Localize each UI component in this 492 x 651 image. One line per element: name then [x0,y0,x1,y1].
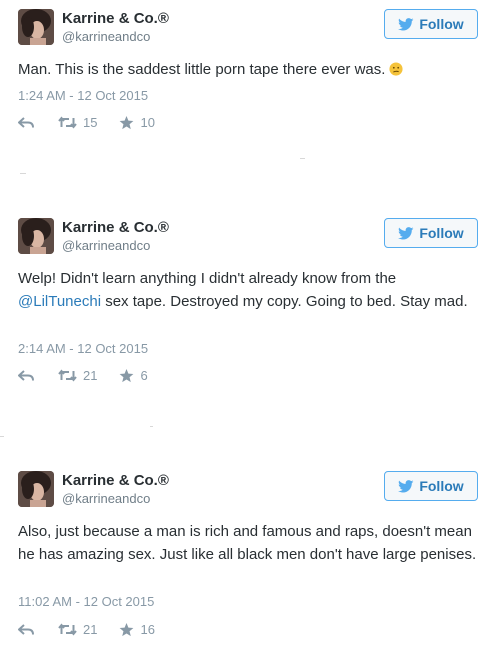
author-block: Karrine & Co.® @karrineandco [62,219,169,255]
reply-arrow-icon [18,623,34,635]
favorite-count: 16 [140,622,155,637]
avatar[interactable] [18,9,54,45]
tweet-card: Karrine & Co.® @karrineandco Follow Also… [18,471,478,643]
mention-link[interactable]: @LilTunechi [18,293,101,310]
favorite-button[interactable]: 16 [119,622,155,637]
retweet-count: 21 [83,622,98,637]
favorite-button[interactable]: 10 [119,115,155,130]
retweet-button[interactable]: 21 [58,622,97,637]
avatar[interactable] [18,218,54,254]
display-name[interactable]: Karrine & Co.® [62,10,169,28]
avatar[interactable] [18,471,54,507]
reply-button[interactable] [18,369,34,382]
favorite-count: 6 [140,368,148,383]
follow-label: Follow [419,478,464,494]
retweet-button[interactable]: 21 [58,368,97,383]
retweet-icon [58,369,77,382]
favorite-count: 10 [140,115,155,130]
user-handle[interactable]: @karrineandco [62,237,169,255]
tweet-text: Man. This is the saddest little porn tap… [18,58,478,83]
author-block: Karrine & Co.® @karrineandco [62,10,169,46]
retweet-count: 15 [83,115,98,130]
star-icon [120,622,134,636]
tweet-actions: 21 6 [18,368,148,383]
tweet-text: Also, just because a man is rich and fam… [18,520,478,566]
user-handle[interactable]: @karrineandco [62,490,169,508]
tweet-body: Man. This is the saddest little porn tap… [18,61,386,78]
avatar-image [18,218,54,254]
divider-speck [0,436,4,437]
tweet-body: Welp! Didn't learn anything I didn't alr… [18,270,397,287]
twitter-bird-icon [398,17,414,30]
star-icon [120,115,134,129]
divider-speck [20,173,26,174]
tweet-actions: 21 16 [18,622,155,637]
tweet-timestamp[interactable]: 1:24 AM - 12 Oct 2015 [18,88,148,103]
follow-button[interactable]: Follow [384,9,478,39]
tweet-card: Karrine & Co.® @karrineandco Follow Man.… [18,9,478,139]
follow-button[interactable]: Follow [384,471,478,501]
reply-button[interactable] [18,623,34,636]
twitter-bird-icon [398,226,414,239]
retweet-icon [58,623,77,636]
user-handle[interactable]: @karrineandco [62,28,169,46]
divider-speck [300,158,305,159]
tweet-card: Karrine & Co.® @karrineandco Follow Welp… [18,218,478,388]
confused-face-emoji [389,60,403,83]
tweet-timestamp[interactable]: 11:02 AM - 12 Oct 2015 [18,594,154,609]
avatar-image [18,9,54,45]
favorite-button[interactable]: 6 [119,368,148,383]
tweet-body: sex tape. Destroyed my copy. Going to be… [101,293,468,310]
star-icon [120,368,134,382]
tweet-body: Also, just because a man is rich and fam… [18,523,477,563]
reply-arrow-icon [18,369,34,381]
reply-arrow-icon [18,116,34,128]
twitter-bird-icon [398,479,414,492]
reply-button[interactable] [18,116,34,129]
avatar-image [18,471,54,507]
follow-button[interactable]: Follow [384,218,478,248]
display-name[interactable]: Karrine & Co.® [62,472,169,490]
follow-label: Follow [419,16,464,32]
follow-label: Follow [419,225,464,241]
retweet-icon [58,116,77,129]
tweet-timestamp[interactable]: 2:14 AM - 12 Oct 2015 [18,341,148,356]
retweet-button[interactable]: 15 [58,115,97,130]
display-name[interactable]: Karrine & Co.® [62,219,169,237]
tweet-text: Welp! Didn't learn anything I didn't alr… [18,267,478,313]
author-block: Karrine & Co.® @karrineandco [62,472,169,508]
retweet-count: 21 [83,368,98,383]
tweet-actions: 15 10 [18,115,155,130]
divider-speck [150,426,153,427]
